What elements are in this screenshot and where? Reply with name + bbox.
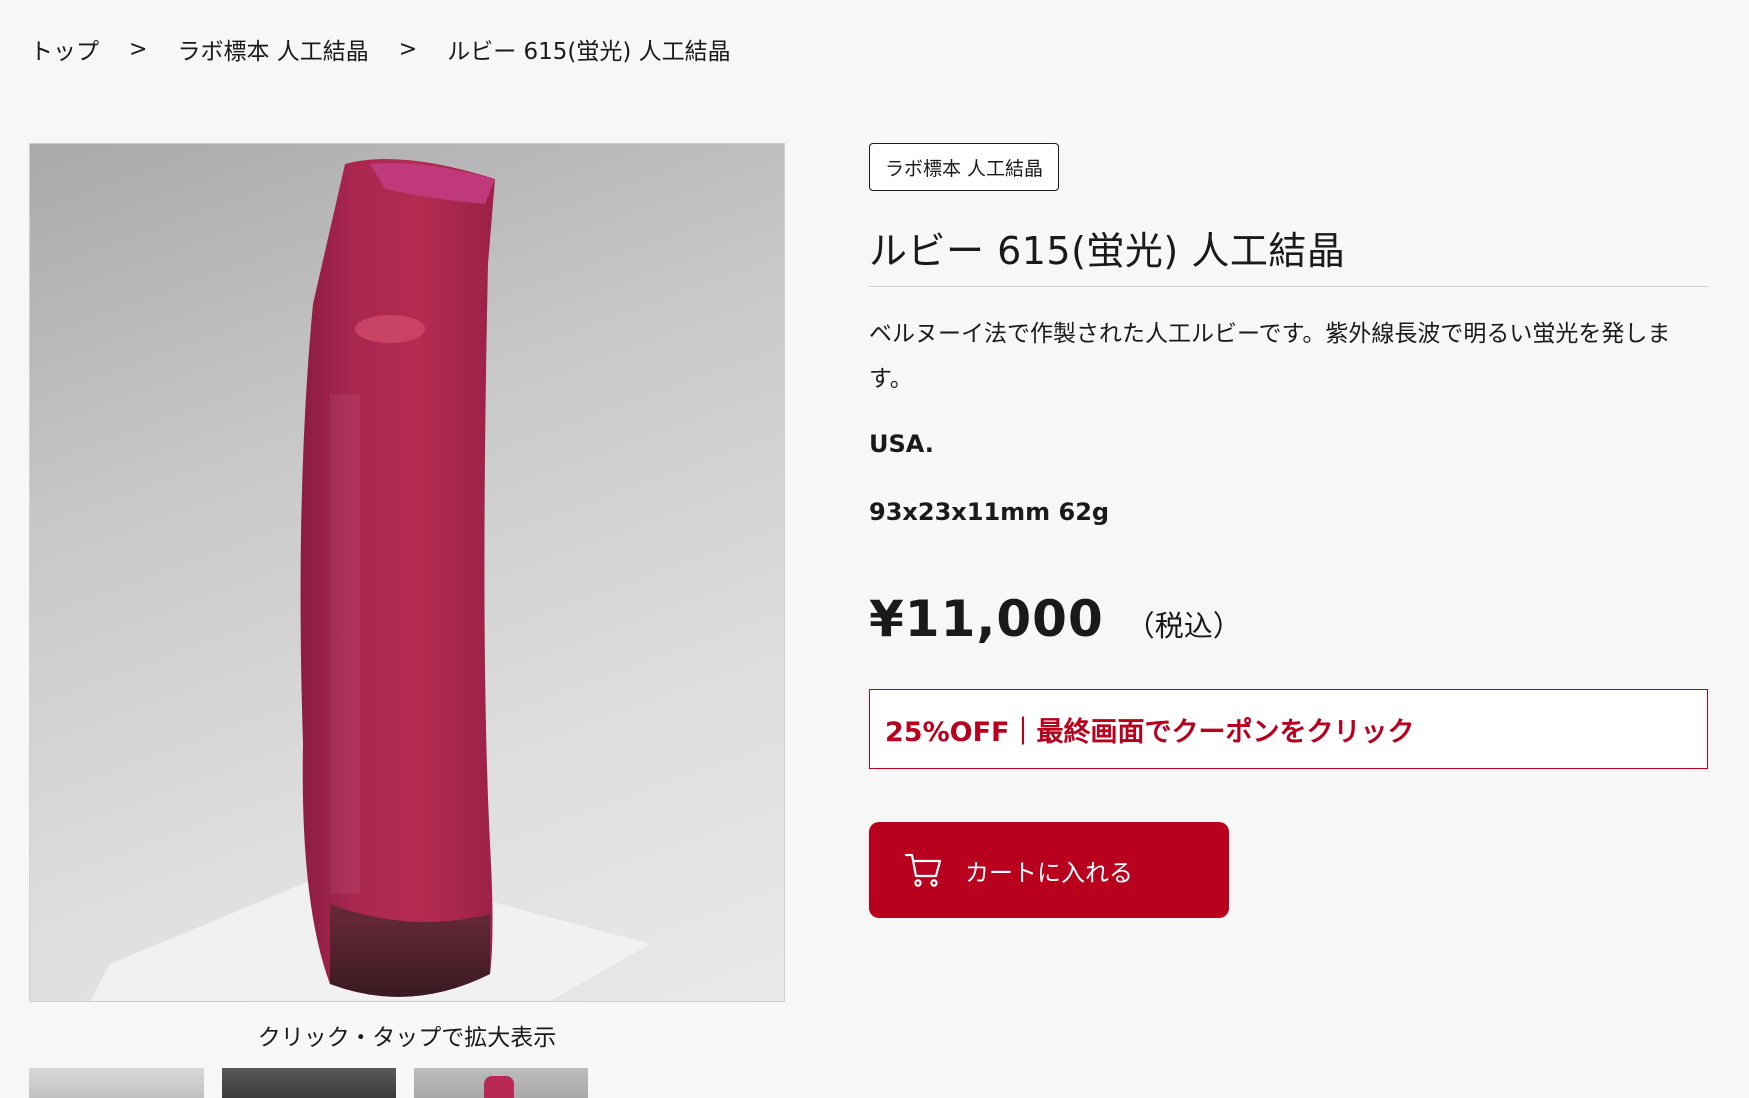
tax-note: （税込） — [1125, 609, 1242, 643]
cart-icon — [903, 850, 943, 890]
breadcrumb-separator: > — [398, 36, 418, 62]
breadcrumb-category-link[interactable]: ラボ標本 人工結晶 — [177, 32, 368, 66]
product-price: ¥11,000 — [869, 590, 1104, 648]
product-origin: USA. — [869, 430, 934, 458]
gallery-caption: クリック・タップで拡大表示 — [257, 1025, 557, 1051]
ruby-crystal-photo — [90, 159, 650, 1001]
thumbnail-image[interactable] — [222, 1068, 396, 1098]
breadcrumb-current: ルビー 615(蛍光) 人工結晶 — [447, 39, 731, 65]
coupon-banner: 25%OFF｜最終画面でクーポンをクリック — [869, 689, 1708, 769]
breadcrumb-separator: > — [129, 36, 148, 62]
thumbnail-strip — [29, 1068, 588, 1098]
category-badge[interactable]: ラボ標本 人工結晶 — [869, 143, 1060, 191]
product-main-image[interactable] — [29, 143, 785, 1002]
product-title: ルビー 615(蛍光) 人工結晶 — [869, 229, 1346, 273]
add-to-cart-button[interactable]: カートに入れる — [869, 822, 1229, 918]
thumbnail-image[interactable] — [29, 1068, 204, 1098]
breadcrumb-home-link[interactable]: トップ — [30, 32, 99, 66]
title-divider — [869, 286, 1708, 287]
thumbnail-image[interactable] — [414, 1068, 588, 1098]
price-row: ¥11,000 （税込） — [869, 590, 1242, 648]
add-to-cart-label: カートに入れる — [965, 858, 1133, 887]
product-description: ベルヌーイ法で作製された人工ルビーです。紫外線長波で明るい蛍光を発します。 — [869, 321, 1671, 392]
product-size: 93x23x11mm 62g — [869, 498, 1110, 526]
breadcrumb: トップ > ラボ標本 人工結晶 > ルビー 615(蛍光) 人工結晶 — [30, 32, 731, 66]
